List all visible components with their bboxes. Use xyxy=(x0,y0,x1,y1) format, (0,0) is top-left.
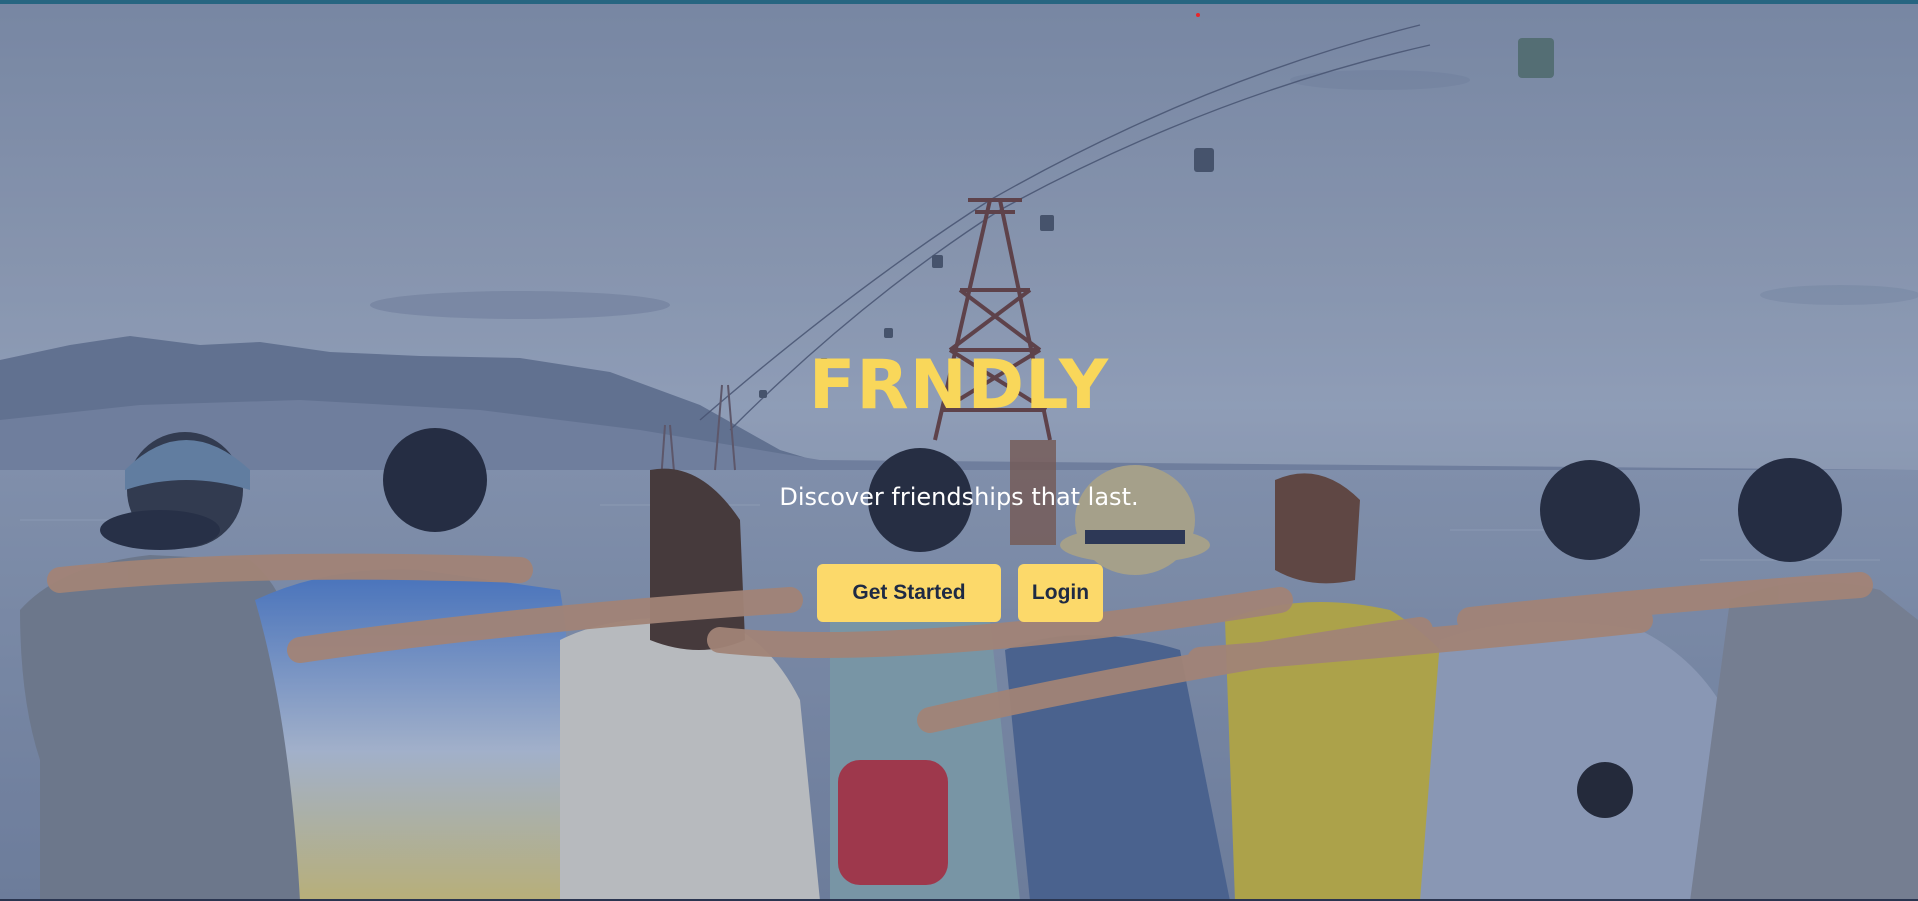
brand-title: FRNDLY xyxy=(808,346,1110,425)
hero-section: FRNDLY Discover friendships that last. G… xyxy=(0,0,1918,901)
login-button[interactable]: Login xyxy=(1018,564,1103,622)
hero-tagline: Discover friendships that last. xyxy=(779,483,1139,511)
hero-content: FRNDLY Discover friendships that last. G… xyxy=(0,0,1918,901)
get-started-button[interactable]: Get Started xyxy=(817,564,1001,622)
